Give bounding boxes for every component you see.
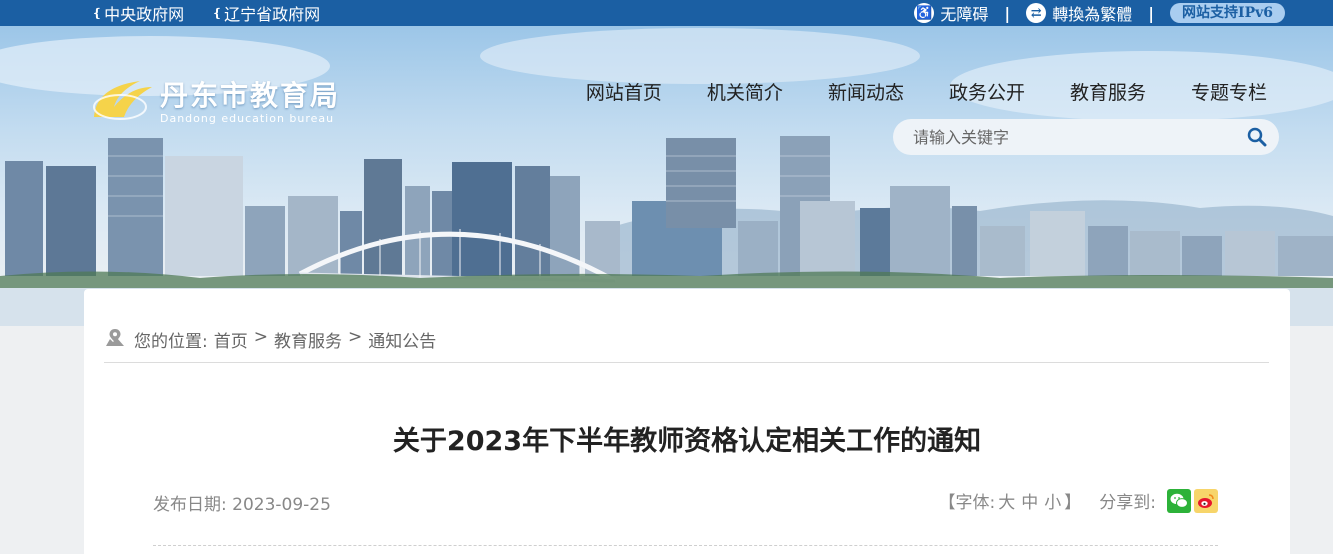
nav-item-news[interactable]: 新闻动态 [828, 78, 904, 105]
breadcrumb-separator: > [347, 327, 363, 347]
breadcrumb-home[interactable]: 首页 [214, 327, 248, 352]
link-central-gov[interactable]: ❴ 中央政府网 [92, 1, 184, 25]
meta-divider [153, 545, 1218, 546]
topbar-tools: ♿ 无障碍 | ⇄ 轉換為繁體 | 网站支持IPv6 [914, 0, 1285, 26]
arrow-icon: ❴ [92, 6, 103, 20]
location-pin-icon [106, 329, 124, 346]
breadcrumb-separator: > [253, 327, 268, 347]
link-central-gov-label: 中央政府网 [104, 5, 185, 24]
breadcrumb-edu-services[interactable]: 教育服务 [274, 327, 342, 352]
search-box [893, 119, 1279, 155]
top-utility-bar: ❴ 中央政府网 ❴ 辽宁省政府网 ♿ 无障碍 | ⇄ 轉換為繁體 | 网站支持IPv… [0, 0, 1333, 26]
nav-item-home[interactable]: 网站首页 [586, 78, 662, 105]
link-liaoning-gov-label: 辽宁省政府网 [224, 5, 321, 24]
nav-item-gov-affairs[interactable]: 政务公开 [949, 78, 1025, 105]
traditional-chinese-button[interactable]: ⇄ 轉換為繁體 [1026, 1, 1132, 25]
font-size-label: 【字体: [938, 493, 996, 513]
logo-name-en: Dandong education bureau [160, 112, 335, 125]
font-size-large[interactable]: 大 [998, 488, 1015, 513]
publish-date-label: 发布日期: [153, 495, 227, 515]
nav-item-about[interactable]: 机关简介 [707, 78, 783, 105]
search-icon [1247, 127, 1267, 147]
city-skyline-image [0, 28, 1333, 326]
logo-emblem-icon [90, 77, 156, 123]
convert-icon: ⇄ [1026, 3, 1047, 23]
breadcrumb-notices[interactable]: 通知公告 [368, 327, 436, 352]
search-input[interactable] [893, 119, 1235, 155]
ipv6-badge: 网站支持IPv6 [1170, 3, 1285, 23]
wechat-icon [1170, 493, 1188, 508]
font-size-close: 】 [1064, 493, 1082, 513]
article-meta: 发布日期: 2023-09-25 【字体: 大 中 小 】 分享到: [153, 488, 1218, 515]
font-size-medium[interactable]: 中 [1021, 488, 1038, 513]
site-logo[interactable]: 丹东市教育局 Dandong education bureau [90, 74, 340, 125]
article-title: 关于2023年下半年教师资格认定相关工作的通知 [392, 426, 982, 457]
search-button[interactable] [1235, 119, 1279, 155]
accessibility-label: 无障碍 [940, 5, 989, 24]
publish-date-value: 2023-09-25 [232, 495, 331, 515]
article-tools: 【字体: 大 中 小 】 分享到: [939, 488, 1218, 513]
link-liaoning-gov[interactable]: ❴ 辽宁省政府网 [212, 1, 320, 25]
header-banner: 丹东市教育局 Dandong education bureau 网站首页 机关简… [0, 26, 1333, 326]
weibo-icon [1198, 493, 1214, 508]
convert-label: 轉換為繁體 [1052, 5, 1133, 24]
nav-item-special[interactable]: 专题专栏 [1191, 78, 1267, 105]
accessibility-button[interactable]: ♿ 无障碍 [914, 1, 988, 25]
wheelchair-icon: ♿ [914, 3, 935, 23]
breadcrumb: 您的位置: 首页 > 教育服务 > 通知公告 [104, 327, 1269, 363]
font-size-small[interactable]: 小 [1044, 488, 1061, 513]
share-weibo-button[interactable] [1194, 488, 1218, 513]
arrow-icon: ❴ [212, 6, 223, 20]
external-links: ❴ 中央政府网 ❴ 辽宁省政府网 [92, 0, 348, 26]
breadcrumb-prefix: 您的位置: [134, 332, 208, 352]
logo-name-cn: 丹东市教育局 [160, 79, 341, 112]
share-label: 分享到: [1099, 493, 1156, 513]
divider: | [1148, 3, 1155, 23]
content-card: 您的位置: 首页 > 教育服务 > 通知公告 关于2023年下半年教师资格认定相… [84, 289, 1290, 554]
divider: | [1004, 3, 1011, 23]
share-wechat-button[interactable] [1167, 488, 1191, 513]
publish-date: 发布日期: 2023-09-25 [153, 490, 331, 515]
main-navigation: 网站首页 机关简介 新闻动态 政务公开 教育服务 专题专栏 [541, 78, 1267, 105]
nav-item-edu-services[interactable]: 教育服务 [1070, 78, 1146, 105]
